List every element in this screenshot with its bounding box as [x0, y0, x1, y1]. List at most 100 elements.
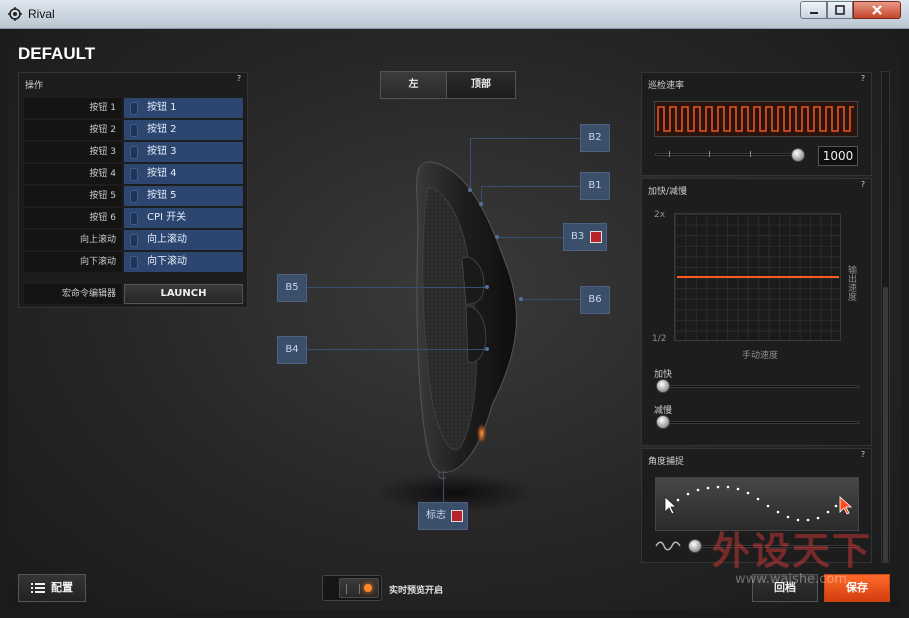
watermark-url: www.waishe.com [735, 572, 847, 587]
acceleration-slider[interactable] [659, 385, 859, 388]
tag-b1[interactable]: B1 [580, 172, 610, 200]
connector-line [481, 186, 580, 187]
y-max-label: 2x [654, 210, 666, 220]
config-label: 配置 [51, 581, 73, 594]
hotspot-dot [495, 235, 499, 239]
tab-top-view[interactable]: 顶部 [447, 72, 515, 98]
button-row-3: 按钮 3 按钮 3 [24, 142, 243, 162]
acceleration-curve [677, 276, 839, 278]
help-icon[interactable]: ? [235, 75, 243, 83]
profile-title: DEFAULT [18, 44, 96, 63]
right-scrollbar[interactable] [881, 71, 890, 563]
macro-editor-label: 宏命令编辑器 [24, 284, 122, 304]
view-toggle: 左 顶部 [380, 71, 516, 99]
tag-label: 标志 [426, 510, 446, 521]
help-icon[interactable]: ? [859, 451, 867, 459]
acceleration-knob[interactable] [656, 379, 670, 393]
panel-title: 角度捕捉 [648, 457, 685, 467]
close-button[interactable] [853, 1, 901, 19]
acceleration-graph [674, 213, 841, 341]
button-assignment[interactable]: CPI 开关 [124, 208, 243, 228]
tab-left-view[interactable]: 左 [381, 72, 447, 98]
button-assignment[interactable]: 按钮 3 [124, 142, 243, 162]
window-title: Rival [28, 7, 55, 21]
maximize-button[interactable] [827, 1, 853, 19]
maximize-icon [835, 5, 845, 15]
y-axis-label: 输出速度 [846, 265, 856, 301]
tag-b2[interactable]: B2 [580, 124, 610, 152]
button-row-scroll-down: 向下滚动 向下滚动 [24, 252, 243, 272]
help-icon[interactable]: ? [859, 181, 867, 189]
config-button[interactable]: 配置 [18, 574, 86, 602]
toggle-handle[interactable] [339, 578, 379, 598]
polling-waveform [654, 101, 858, 137]
steelseries-logo-icon [8, 7, 22, 21]
app-window: Rival DEFAULT 操作 ? 按钮 1 按钮 1 按钮 2 按钮 2 按… [0, 0, 909, 618]
button-row-6: 按钮 6 CPI 开关 [24, 208, 243, 228]
panel-title: 巡检速率 [648, 81, 685, 91]
drag-handle-icon[interactable] [130, 146, 138, 159]
connector-line [497, 237, 563, 238]
button-assignment[interactable]: 向下滚动 [124, 252, 243, 272]
polling-rate-value[interactable]: 1000 [818, 146, 858, 166]
connector-line [307, 287, 487, 288]
tag-b4[interactable]: B4 [277, 336, 307, 364]
tag-label: B3 [571, 231, 585, 242]
deceleration-knob[interactable] [656, 415, 670, 429]
grip-icon [346, 584, 360, 594]
drag-handle-icon[interactable] [130, 190, 138, 203]
y-min-label: 1/2 [652, 334, 667, 344]
drag-handle-icon[interactable] [130, 124, 138, 137]
launch-button[interactable]: LAUNCH [124, 284, 243, 304]
cursor-start-icon [664, 496, 678, 515]
connector-line [307, 349, 487, 350]
button-label: 按钮 5 [24, 186, 122, 206]
list-icon [31, 583, 45, 593]
button-label: 按钮 1 [24, 98, 122, 118]
button-label: 按钮 6 [24, 208, 122, 228]
mouse-illustration [375, 161, 535, 513]
button-row-4: 按钮 4 按钮 4 [24, 164, 243, 184]
drag-handle-icon[interactable] [130, 234, 138, 247]
hotspot-dot [479, 202, 483, 206]
watermark-text: 外设天下 [712, 528, 873, 573]
button-assignment[interactable]: 按钮 1 [124, 98, 243, 118]
wave-icon [655, 541, 681, 551]
connector-line [470, 138, 471, 190]
help-icon[interactable]: ? [859, 75, 867, 83]
polling-rate-knob[interactable] [791, 148, 805, 162]
tag-b3[interactable]: B3 [563, 223, 607, 251]
button-label: 按钮 3 [24, 142, 122, 162]
slider-tick [750, 151, 751, 157]
polling-rate-slider[interactable] [655, 153, 799, 156]
drag-handle-icon[interactable] [130, 256, 138, 269]
status-led [364, 584, 372, 592]
scroll-thumb[interactable] [883, 287, 888, 562]
angle-snapping-knob[interactable] [688, 539, 702, 553]
button-assignment[interactable]: 向上滚动 [124, 230, 243, 250]
color-swatch[interactable] [590, 231, 602, 243]
minimize-button[interactable] [800, 1, 827, 19]
tag-b5[interactable]: B5 [277, 274, 307, 302]
live-preview-toggle[interactable] [322, 575, 382, 601]
live-preview-label: 实时预览开启 [389, 586, 444, 596]
tag-logo[interactable]: 标志 [418, 502, 468, 530]
tag-b6[interactable]: B6 [580, 286, 610, 314]
button-assignment[interactable]: 按钮 2 [124, 120, 243, 140]
button-mapping-panel: 操作 ? 按钮 1 按钮 1 按钮 2 按钮 2 按钮 3 按钮 3 按钮 4 … [18, 72, 248, 308]
drag-handle-icon[interactable] [130, 168, 138, 181]
drag-handle-icon[interactable] [130, 102, 138, 115]
title-bar: Rival [0, 0, 909, 29]
slider-tick [709, 151, 710, 157]
drag-handle-icon[interactable] [130, 212, 138, 225]
button-assignment[interactable]: 按钮 5 [124, 186, 243, 206]
panel-title: 加快/减慢 [648, 187, 688, 197]
button-row-5: 按钮 5 按钮 5 [24, 186, 243, 206]
panel-title: 操作 [25, 81, 44, 91]
deceleration-slider[interactable] [659, 421, 859, 424]
button-label: 按钮 4 [24, 164, 122, 184]
color-swatch[interactable] [451, 510, 463, 522]
button-assignment[interactable]: 按钮 4 [124, 164, 243, 184]
button-label: 按钮 2 [24, 120, 122, 140]
close-icon [872, 5, 882, 15]
